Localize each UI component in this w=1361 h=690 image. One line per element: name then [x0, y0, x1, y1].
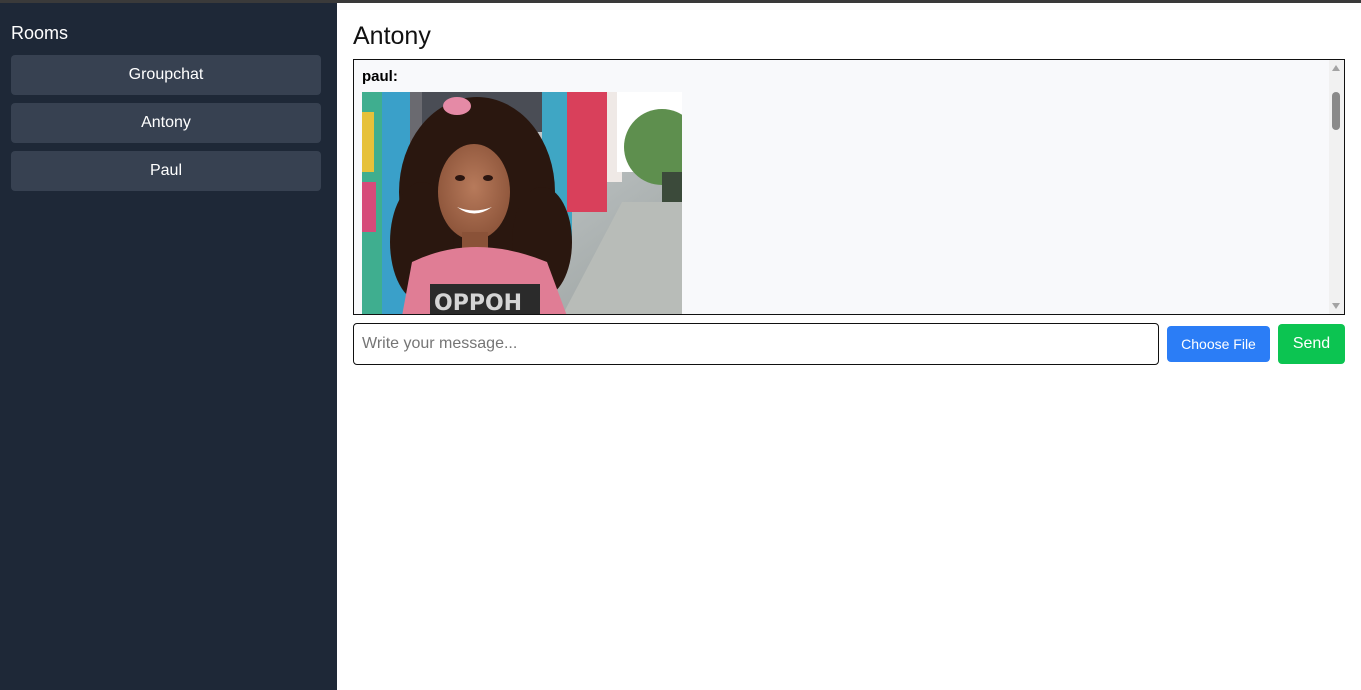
- choose-file-button[interactable]: Choose File: [1167, 326, 1270, 362]
- svg-text:OPPOH: OPPOH: [434, 291, 522, 315]
- room-button-groupchat[interactable]: Groupchat: [11, 55, 321, 95]
- message-input[interactable]: [353, 323, 1159, 365]
- message-list-scrollbar[interactable]: [1329, 60, 1344, 314]
- scroll-up-arrow-icon[interactable]: [1332, 65, 1340, 71]
- scrollbar-thumb[interactable]: [1332, 92, 1340, 130]
- sidebar-title: Rooms: [11, 23, 69, 43]
- message-image: OPPOH: [362, 92, 682, 315]
- chat-room-title: Antony: [353, 22, 431, 50]
- room-button-paul[interactable]: Paul: [11, 151, 321, 191]
- message-sender: paul:: [362, 68, 398, 85]
- sidebar: Rooms Groupchat Antony Paul: [0, 3, 337, 690]
- message-list[interactable]: paul: OPPOH: [353, 59, 1345, 315]
- chat-panel: Antony paul: OPPOH Write your message...…: [337, 3, 1361, 690]
- room-button-antony[interactable]: Antony: [11, 103, 321, 143]
- scroll-down-arrow-icon[interactable]: [1332, 303, 1340, 309]
- send-button[interactable]: Send: [1278, 324, 1345, 364]
